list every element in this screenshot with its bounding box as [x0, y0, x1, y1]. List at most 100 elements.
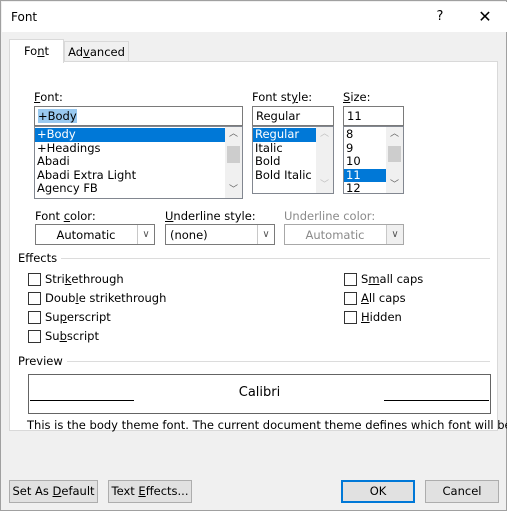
font-name-input[interactable]: +Body	[34, 106, 243, 126]
scroll-down-icon[interactable]: ﹀	[386, 178, 403, 193]
font-label: Font:	[34, 90, 63, 104]
strikethrough-checkbox[interactable]: Stri k ethrough	[28, 272, 124, 286]
size-items: 8 9 10 11 12	[344, 127, 386, 193]
font-list-item[interactable]: +Body	[35, 127, 225, 142]
font-style-value: Regular	[256, 109, 301, 123]
font-list-item[interactable]: Abadi Extra Light	[35, 168, 225, 183]
size-label: Size:	[343, 90, 371, 104]
checkbox-label-b: A	[361, 291, 369, 305]
checkbox-label-a: Doub	[45, 291, 76, 305]
underline-style-label: Underline style:	[165, 209, 256, 223]
superscript-checkbox[interactable]: Su p erscript	[28, 310, 111, 324]
checkbox-label-c: ll caps	[368, 291, 406, 305]
checkbox-label-c: erscript	[66, 310, 111, 324]
underline-style-dropdown[interactable]: (none) ∨	[165, 224, 275, 245]
font-color-label-a: Font	[35, 209, 64, 223]
checkbox-box[interactable]	[28, 272, 41, 286]
checkbox-box[interactable]	[344, 272, 357, 286]
underline-style-label-rest: nderline style:	[173, 209, 256, 223]
hidden-checkbox[interactable]: Hidden	[344, 310, 402, 324]
ok-button[interactable]: OK	[341, 480, 415, 503]
size-list-scrollbar[interactable]: ︿ ﹀	[386, 127, 403, 193]
font-list-item[interactable]: Agency FB	[35, 181, 225, 196]
font-list-item[interactable]: Abadi	[35, 154, 225, 169]
checkbox-box[interactable]	[28, 329, 41, 343]
close-button[interactable]: ✕	[472, 2, 498, 32]
checkbox-label-c: e strikethrough	[78, 291, 167, 305]
scroll-down-icon[interactable]: ﹀	[225, 183, 242, 198]
scroll-thumb[interactable]	[227, 146, 240, 163]
subscript-checkbox[interactable]: Su b script	[28, 329, 99, 343]
btn-label-c: efault	[61, 484, 95, 498]
font-style-list-item[interactable]: Bold	[253, 154, 316, 169]
preview-divider	[18, 361, 490, 362]
size-value: 11	[347, 109, 362, 123]
all-caps-checkbox[interactable]: All caps	[344, 291, 406, 305]
font-list-scrollbar[interactable]: ︿ ﹀	[225, 127, 242, 198]
chevron-down-icon[interactable]: ∨	[137, 225, 154, 244]
double-strikethrough-checkbox[interactable]: Doub l e strikethrough	[28, 291, 166, 305]
small-caps-checkbox[interactable]: Sm all caps	[344, 272, 423, 286]
checkbox-label-c: ethrough	[71, 272, 124, 286]
scroll-up-icon[interactable]: ︿	[316, 127, 333, 142]
chevron-down-icon: ∨	[386, 225, 403, 244]
tab-font[interactable]: Font	[9, 39, 64, 63]
checkbox-box[interactable]	[344, 310, 357, 324]
font-dialog: Font ? ✕ Font Advanced Font: +Body +Body…	[0, 0, 507, 511]
text-effects-button[interactable]: Text Effects...	[108, 480, 192, 503]
underline-color-dropdown: Automatic ∨	[284, 224, 404, 245]
preview-description: This is the body theme font. The current…	[27, 418, 507, 432]
chevron-down-icon[interactable]: ∨	[257, 225, 274, 244]
font-color-label: Font color:	[35, 209, 96, 223]
font-style-list-item[interactable]: Italic	[253, 141, 316, 156]
font-style-label-c: le:	[298, 90, 313, 104]
size-list-item[interactable]: 11	[344, 168, 386, 182]
checkbox-label-b: b	[59, 329, 67, 343]
font-style-items: Regular Italic Bold Bold Italic	[253, 127, 316, 183]
font-name-value: +Body	[38, 109, 77, 123]
tab-advanced-label-c: anced	[89, 45, 125, 59]
scroll-down-icon[interactable]: ﹀	[316, 178, 333, 193]
font-name-items: +Body +Headings Abadi Abadi Extra Light Agen…	[35, 127, 225, 196]
size-label-rest: ize:	[350, 90, 371, 104]
effects-heading: Effects	[18, 251, 62, 265]
size-list[interactable]: 8 9 10 11 12 ︿ ﹀	[343, 126, 404, 194]
tab-advanced[interactable]: Advanced	[64, 41, 129, 61]
size-list-item[interactable]: 12	[344, 181, 386, 193]
font-style-list-item[interactable]: Regular	[253, 127, 316, 142]
size-input[interactable]: 11	[343, 106, 404, 126]
font-style-input[interactable]: Regular	[252, 106, 334, 126]
underline-style-value: (none)	[170, 228, 208, 242]
size-list-item[interactable]: 8	[344, 127, 386, 142]
checkbox-label-c: script	[66, 329, 99, 343]
font-name-list[interactable]: +Body +Headings Abadi Abadi Extra Light Agen…	[34, 126, 243, 199]
tab-font-label-c: t	[44, 44, 50, 58]
font-style-list[interactable]: Regular Italic Bold Bold Italic ︿ ﹀	[252, 126, 334, 194]
btn-label-c: ffects...	[145, 484, 189, 498]
checkbox-box[interactable]	[28, 291, 41, 305]
font-style-label-a: Font st	[252, 90, 292, 104]
font-label-rest: ont:	[40, 90, 63, 104]
font-color-value: Automatic	[56, 228, 116, 242]
checkbox-label-b: m	[368, 272, 380, 286]
checkbox-box[interactable]	[344, 291, 357, 305]
checkbox-label-a: Su	[45, 310, 60, 324]
checkbox-box[interactable]	[28, 310, 41, 324]
checkbox-label-a: S	[361, 272, 369, 286]
scroll-up-icon[interactable]: ︿	[225, 127, 242, 142]
size-list-item[interactable]: 9	[344, 141, 386, 156]
cancel-button[interactable]: Cancel	[425, 480, 499, 503]
font-color-dropdown[interactable]: Automatic ∨	[35, 224, 155, 245]
set-as-default-button[interactable]: Set As Default	[9, 480, 98, 503]
preview-left-line	[30, 400, 134, 401]
tab-advanced-label-b: v	[83, 45, 90, 59]
help-button[interactable]: ?	[430, 2, 450, 32]
scroll-up-icon[interactable]: ︿	[386, 127, 403, 142]
checkbox-label-b: p	[59, 310, 67, 324]
font-list-item[interactable]: +Headings	[35, 141, 225, 156]
font-style-list-item[interactable]: Bold Italic	[253, 168, 316, 183]
preview-right-line	[384, 400, 489, 401]
scroll-thumb[interactable]	[388, 146, 401, 162]
size-list-item[interactable]: 10	[344, 154, 386, 169]
style-list-scrollbar[interactable]: ︿ ﹀	[316, 127, 333, 193]
